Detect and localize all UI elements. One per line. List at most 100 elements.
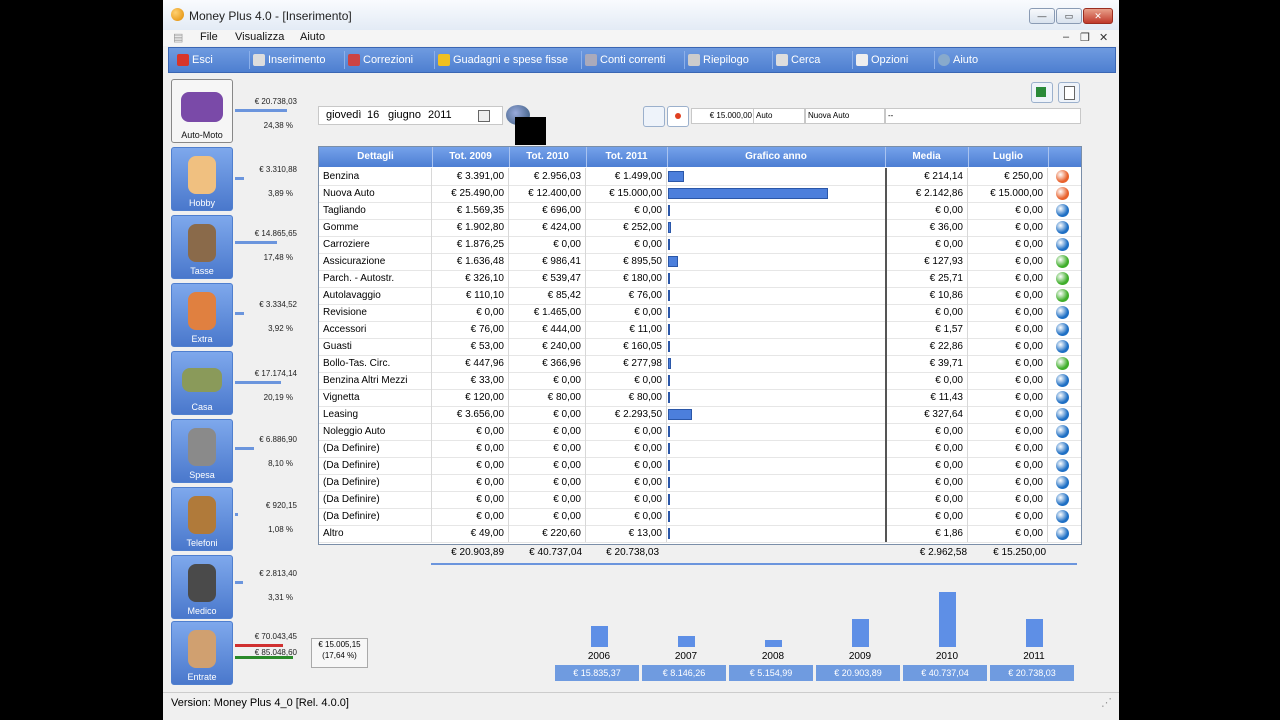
cell-luglio[interactable]: € 0,00 (968, 338, 1048, 355)
cell-t2010[interactable]: € 0,00 (509, 474, 586, 491)
sidebar-item-casa[interactable]: Casa (171, 351, 233, 415)
cell-t2009[interactable]: € 1.636,48 (432, 253, 509, 270)
cell-name[interactable]: (Da Definire) (319, 508, 432, 525)
cell-luglio[interactable]: € 0,00 (968, 389, 1048, 406)
status-dot-icon[interactable] (1056, 493, 1069, 506)
cell-t2011[interactable]: € 160,05 (586, 338, 667, 355)
cell-t2009[interactable]: € 49,00 (432, 525, 509, 542)
status-dot-icon[interactable] (1056, 204, 1069, 217)
new-document-button[interactable] (1058, 82, 1080, 103)
cell-t2009[interactable]: € 33,00 (432, 372, 509, 389)
toolbar-aiuto-button[interactable]: Aiuto (934, 51, 978, 69)
undo-button[interactable] (643, 106, 665, 127)
table-row[interactable]: Gomme € 1.902,80 € 424,00 € 252,00 € 36,00 € … (319, 219, 1081, 237)
cell-luglio[interactable]: € 0,00 (968, 287, 1048, 304)
cell-media[interactable]: € 0,00 (885, 457, 968, 474)
sidebar-item-spesa[interactable]: Spesa (171, 419, 233, 483)
cell-name[interactable]: Parch. - Autostr. (319, 270, 432, 287)
cell-t2010[interactable]: € 0,00 (509, 372, 586, 389)
status-dot-icon[interactable] (1056, 323, 1069, 336)
category-field[interactable]: Auto (753, 108, 805, 124)
table-row[interactable]: (Da Definire) € 0,00 € 0,00 € 0,00 € 0,00 € 0… (319, 474, 1081, 492)
cell-luglio[interactable]: € 250,00 (968, 168, 1048, 185)
table-row[interactable]: Accessori € 76,00 € 444,00 € 11,00 € 1,57 € 0… (319, 321, 1081, 339)
cell-luglio[interactable]: € 0,00 (968, 508, 1048, 525)
cell-t2010[interactable]: € 0,00 (509, 491, 586, 508)
cell-media[interactable]: € 25,71 (885, 270, 968, 287)
menu-aiuto[interactable]: Aiuto (300, 31, 325, 43)
minimize-button[interactable]: — (1029, 8, 1055, 24)
cell-t2011[interactable]: € 180,00 (586, 270, 667, 287)
table-row[interactable]: Revisione € 0,00 € 1.465,00 € 0,00 € 0,00 € 0… (319, 304, 1081, 322)
cell-t2009[interactable]: € 0,00 (432, 423, 509, 440)
cell-luglio[interactable]: € 0,00 (968, 202, 1048, 219)
cell-media[interactable]: € 0,00 (885, 202, 968, 219)
sidebar-item-hobby[interactable]: Hobby (171, 147, 233, 211)
table-row[interactable]: Guasti € 53,00 € 240,00 € 160,05 € 22,86 € 0,… (319, 338, 1081, 356)
history-amount[interactable]: € 20.738,03 (990, 665, 1074, 681)
cell-t2009[interactable]: € 25.490,00 (432, 185, 509, 202)
cell-t2011[interactable]: € 1.499,00 (586, 168, 667, 185)
cell-t2011[interactable]: € 80,00 (586, 389, 667, 406)
cell-t2010[interactable]: € 220,60 (509, 525, 586, 542)
cell-t2010[interactable]: € 240,00 (509, 338, 586, 355)
cell-t2009[interactable]: € 0,00 (432, 304, 509, 321)
cell-luglio[interactable]: € 0,00 (968, 457, 1048, 474)
cell-t2011[interactable]: € 0,00 (586, 457, 667, 474)
mdi-restore-button[interactable]: ❐ (1080, 31, 1090, 44)
cell-name[interactable]: Autolavaggio (319, 287, 432, 304)
cell-name[interactable]: Vignetta (319, 389, 432, 406)
table-row[interactable]: (Da Definire) € 0,00 € 0,00 € 0,00 € 0,00 € 0… (319, 457, 1081, 475)
cell-media[interactable]: € 10,86 (885, 287, 968, 304)
cell-name[interactable]: Bollo-Tas. Circ. (319, 355, 432, 372)
status-dot-icon[interactable] (1056, 510, 1069, 523)
table-row[interactable]: Benzina Altri Mezzi € 33,00 € 0,00 € 0,00 € … (319, 372, 1081, 390)
toolbar-opzioni-button[interactable]: Opzioni (852, 51, 908, 69)
cell-t2009[interactable]: € 120,00 (432, 389, 509, 406)
cell-luglio[interactable]: € 0,00 (968, 253, 1048, 270)
cell-luglio[interactable]: € 0,00 (968, 423, 1048, 440)
cell-name[interactable]: Altro (319, 525, 432, 542)
cell-t2010[interactable]: € 0,00 (509, 236, 586, 253)
cell-t2009[interactable]: € 0,00 (432, 491, 509, 508)
cell-media[interactable]: € 2.142,86 (885, 185, 968, 202)
cell-luglio[interactable]: € 0,00 (968, 440, 1048, 457)
mdi-close-button[interactable]: ✕ (1099, 31, 1108, 44)
cell-media[interactable]: € 1,86 (885, 525, 968, 542)
record-button[interactable] (667, 106, 689, 127)
table-row[interactable]: Parch. - Autostr. € 326,10 € 539,47 € 180,0… (319, 270, 1081, 288)
column-header[interactable]: Media (885, 147, 969, 167)
cell-t2010[interactable]: € 0,00 (509, 440, 586, 457)
sidebar-item-extra[interactable]: Extra (171, 283, 233, 347)
cell-name[interactable]: Guasti (319, 338, 432, 355)
cell-t2009[interactable]: € 0,00 (432, 457, 509, 474)
table-row[interactable]: Bollo-Tas. Circ. € 447,96 € 366,96 € 277,98… (319, 355, 1081, 373)
toolbar-riepilogo-button[interactable]: Riepilogo (684, 51, 749, 69)
cell-t2011[interactable]: € 0,00 (586, 423, 667, 440)
cell-t2011[interactable]: € 0,00 (586, 474, 667, 491)
cell-luglio[interactable]: € 0,00 (968, 304, 1048, 321)
status-dot-icon[interactable] (1056, 391, 1069, 404)
cell-t2010[interactable]: € 986,41 (509, 253, 586, 270)
amount-field[interactable]: € 15.000,00 (691, 108, 755, 124)
cell-luglio[interactable]: € 0,00 (968, 321, 1048, 338)
sidebar-item-entrate[interactable]: Entrate (171, 621, 233, 685)
cell-name[interactable]: Carroziere (319, 236, 432, 253)
cell-name[interactable]: (Da Definire) (319, 474, 432, 491)
table-row[interactable]: Tagliando € 1.569,35 € 696,00 € 0,00 € 0,00 €… (319, 202, 1081, 220)
column-header[interactable]: Grafico anno (667, 147, 886, 167)
note-field[interactable]: -- (885, 108, 1081, 124)
table-row[interactable]: (Da Definire) € 0,00 € 0,00 € 0,00 € 0,00 € 0… (319, 491, 1081, 509)
history-amount[interactable]: € 15.835,37 (555, 665, 639, 681)
cell-t2009[interactable]: € 110,10 (432, 287, 509, 304)
cell-t2009[interactable]: € 0,00 (432, 474, 509, 491)
cell-name[interactable]: Assicurazione (319, 253, 432, 270)
cell-luglio[interactable]: € 0,00 (968, 270, 1048, 287)
cell-t2009[interactable]: € 0,00 (432, 440, 509, 457)
cell-t2010[interactable]: € 12.400,00 (509, 185, 586, 202)
cell-t2010[interactable]: € 1.465,00 (509, 304, 586, 321)
cell-name[interactable]: Benzina Altri Mezzi (319, 372, 432, 389)
cell-t2011[interactable]: € 0,00 (586, 202, 667, 219)
cell-t2010[interactable]: € 0,00 (509, 423, 586, 440)
status-dot-icon[interactable] (1056, 272, 1069, 285)
